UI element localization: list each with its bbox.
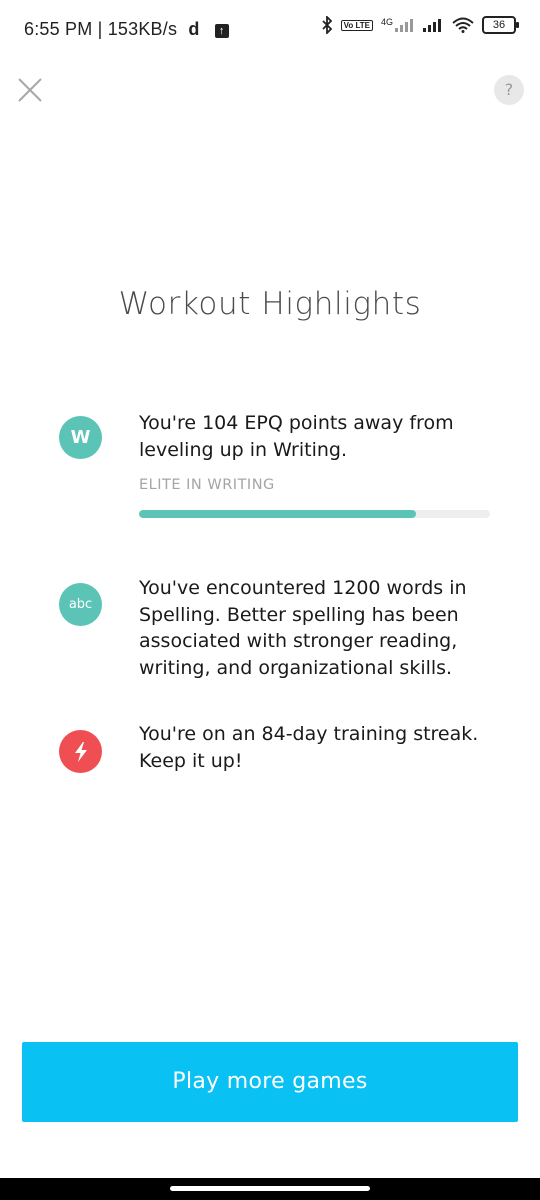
download-icon: d xyxy=(188,19,200,39)
highlight-text: You're 104 EPQ points away from leveling… xyxy=(139,412,454,461)
level-label: ELITE IN WRITING xyxy=(139,477,275,493)
close-button[interactable] xyxy=(14,74,46,106)
page-title: Workout Highlights xyxy=(118,286,422,322)
spelling-icon: abc xyxy=(59,583,102,626)
volte-icon: Vo LTE xyxy=(340,19,373,31)
wifi-icon xyxy=(452,17,474,33)
bluetooth-icon xyxy=(321,16,332,34)
level-progress-fill xyxy=(139,510,417,518)
system-nav-bar xyxy=(0,1178,540,1200)
level-progress-bar xyxy=(139,510,490,518)
close-icon xyxy=(18,78,42,102)
battery-icon: 36 xyxy=(482,16,519,34)
status-right: Vo LTE 4G 36 xyxy=(321,16,519,34)
writing-icon: W xyxy=(59,416,102,459)
signal-icon-1: 4G xyxy=(381,18,414,32)
upload-icon: ↑ xyxy=(214,24,229,38)
status-time: 6:55 PM xyxy=(24,19,93,39)
signal-icon-2 xyxy=(423,19,441,32)
play-more-games-button[interactable]: Play more games xyxy=(22,1042,518,1122)
highlight-text: You've encountered 1200 words in Spellin… xyxy=(139,577,467,679)
home-gesture-handle[interactable] xyxy=(170,1186,370,1191)
help-button[interactable]: ? xyxy=(494,75,524,105)
status-bar: 6:55 PM | 153KB/s d ↑ Vo LTE 4G 36 xyxy=(0,0,540,62)
status-left: 6:55 PM | 153KB/s d ↑ xyxy=(24,19,229,40)
status-speed: 153KB/s xyxy=(107,19,178,39)
lightning-icon xyxy=(59,730,102,773)
highlight-text: You're on an 84-day training streak. Kee… xyxy=(139,723,479,772)
